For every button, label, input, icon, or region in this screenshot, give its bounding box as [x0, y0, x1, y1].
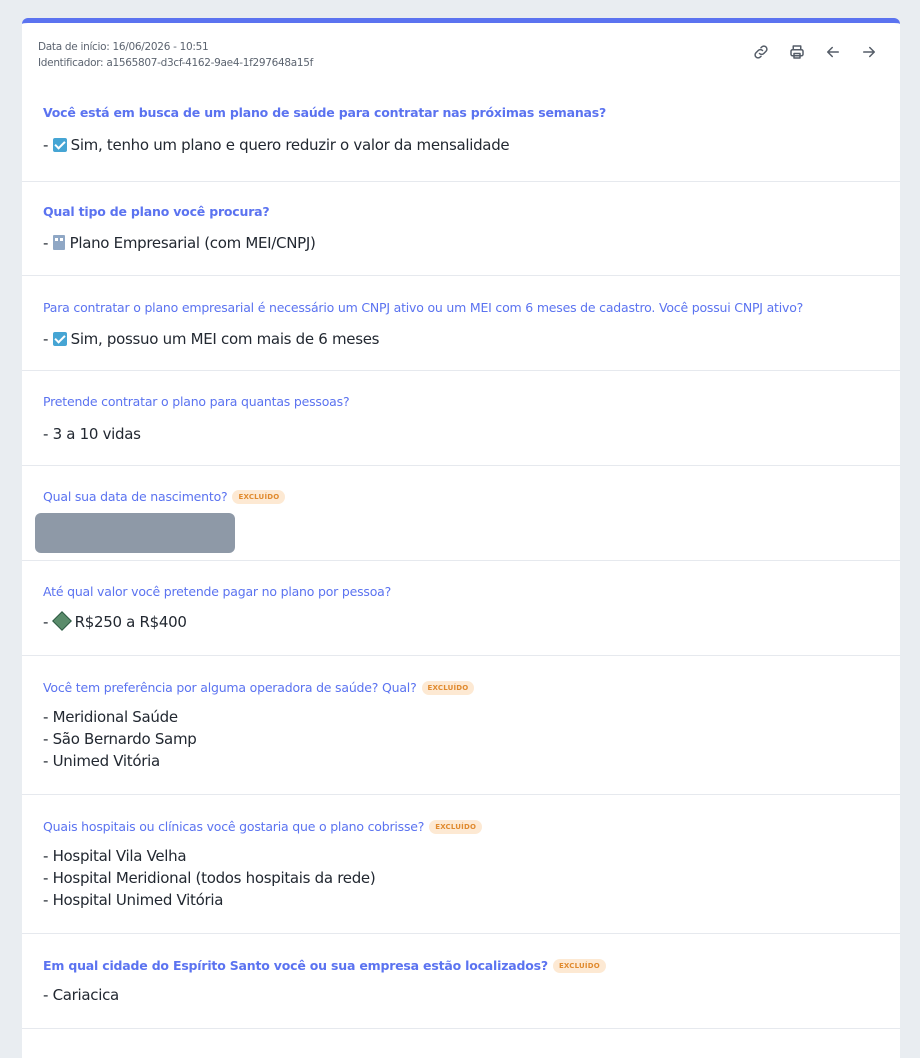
check-emoji-icon [52, 138, 67, 152]
print-icon[interactable] [786, 41, 808, 63]
excluded-badge: EXCLUÍDO [429, 819, 483, 834]
qa-item: Até qual valor você pretende pagar no pl… [22, 561, 900, 656]
qa-item: Qual tipo de plano você procura? - Plano… [22, 182, 900, 276]
answer-text: - Sim, possuo um MEI com mais de 6 meses [43, 330, 380, 348]
answer-text: - Cariacica [43, 986, 119, 1004]
qa-item: Quais hospitais ou clínicas você gostari… [22, 795, 900, 934]
question-text: Qual sua data de nascimento? EXCLUÍDO [43, 489, 286, 505]
answer-text: - Hospital Vila Velha - Hospital Meridio… [43, 847, 376, 909]
link-icon[interactable] [750, 41, 772, 63]
question-text: Até qual valor você pretende pagar no pl… [43, 584, 392, 599]
question-text: Em qual cidade do Espírito Santo você ou… [43, 958, 606, 974]
qa-item: Em qual cidade do Espírito Santo você ou… [22, 934, 900, 1029]
start-date: Data de início: 16/06/2026 - 10:51 [38, 41, 209, 53]
question-text: Você tem preferência por alguma operador… [43, 680, 475, 696]
qa-item: Você está em busca de um plano de saúde … [22, 89, 900, 182]
question-text: Pretende contratar o plano para quantas … [43, 394, 350, 409]
building-emoji-icon [52, 235, 65, 250]
answer-text: - Plano Empresarial (com MEI/CNPJ) [43, 234, 316, 252]
check-emoji-icon [52, 332, 67, 346]
answer-text: - Sim, tenho um plano e quero reduzir o … [43, 136, 510, 154]
toolbar [750, 41, 880, 63]
qa-item: Você tem preferência por alguma operador… [22, 656, 900, 795]
money-emoji-icon [51, 611, 72, 631]
qa-item: Qual sua data de nascimento? EXCLUÍDO [22, 466, 900, 561]
excluded-badge: EXCLUÍDO [421, 680, 475, 695]
redacted-answer [35, 513, 235, 553]
response-header: Data de início: 16/06/2026 - 10:51 Ident… [22, 23, 900, 89]
identifier: Identificador: a1565807-d3cf-4162-9ae4-1… [38, 57, 314, 69]
answer-text: - 3 a 10 vidas [43, 425, 141, 443]
qa-item: Pretende contratar o plano para quantas … [22, 371, 900, 466]
response-meta: Data de início: 16/06/2026 - 10:51 Ident… [38, 39, 313, 71]
excluded-badge: EXCLUÍDO [552, 958, 606, 973]
arrow-right-icon[interactable] [858, 41, 880, 63]
response-card: Data de início: 16/06/2026 - 10:51 Ident… [22, 18, 900, 1058]
qa-item: Para contratar o plano empresarial é nec… [22, 276, 900, 371]
question-text: Qual tipo de plano você procura? [43, 204, 270, 219]
question-text: Quais hospitais ou clínicas você gostari… [43, 819, 483, 835]
answer-text: - R$250 a R$400 [43, 611, 187, 631]
answer-text: - Meridional Saúde - São Bernardo Samp -… [43, 708, 197, 770]
question-text: Para contratar o plano empresarial é nec… [43, 300, 804, 315]
arrow-left-icon[interactable] [822, 41, 844, 63]
excluded-badge: EXCLUÍDO [232, 489, 286, 504]
question-text: Você está em busca de um plano de saúde … [43, 105, 607, 120]
